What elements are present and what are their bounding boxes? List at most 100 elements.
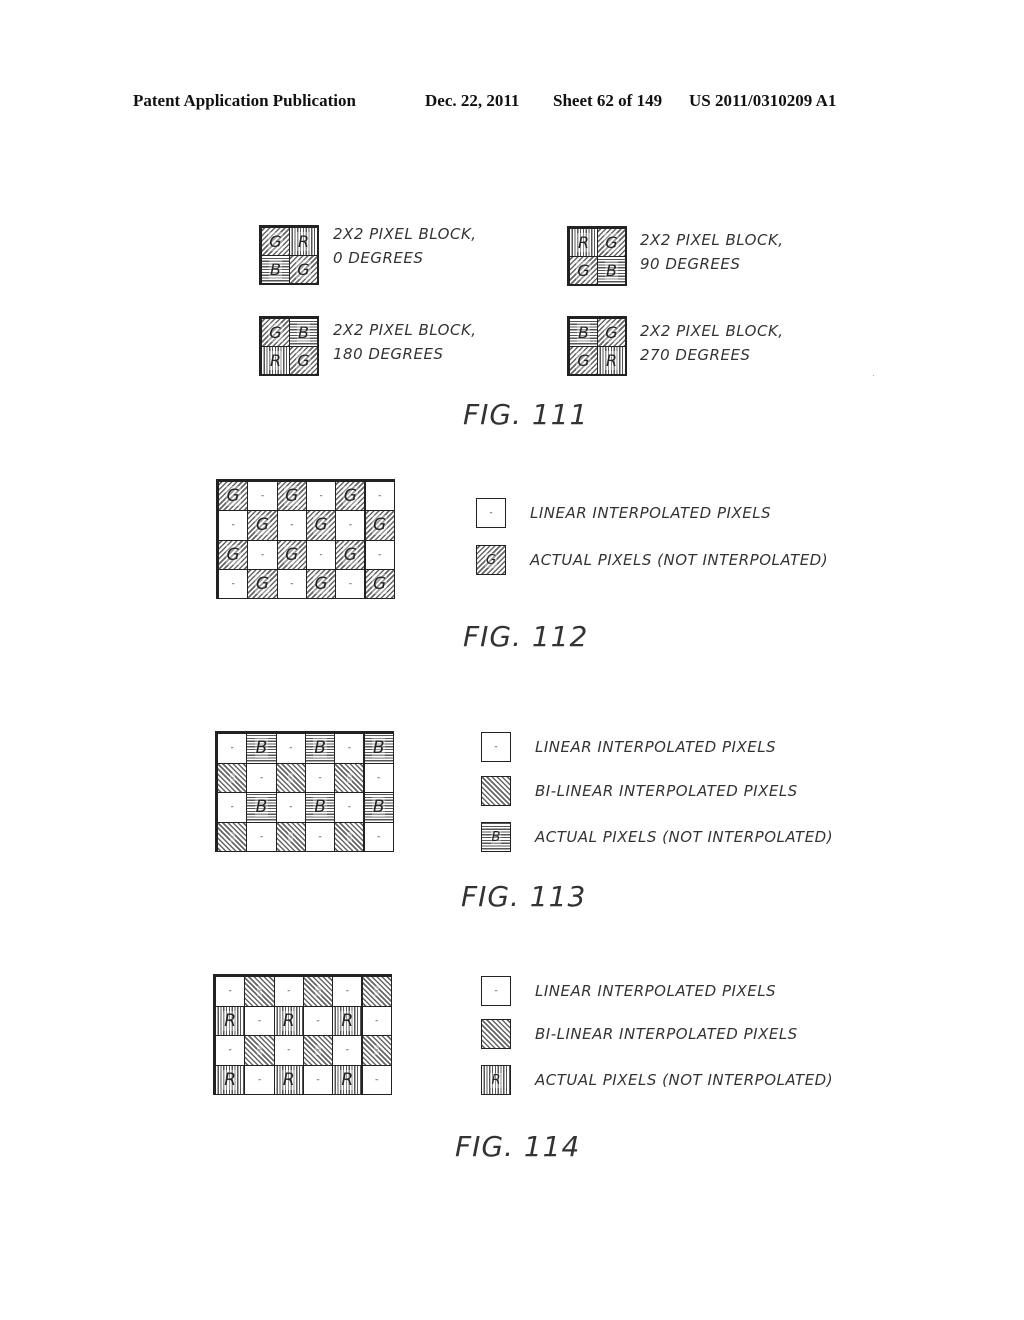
legend-swatch-actual: R <box>481 1065 511 1095</box>
grid-pixel: R <box>273 1005 304 1036</box>
grid-pixel: - <box>215 1035 246 1066</box>
grid-pixel: B <box>304 792 336 823</box>
grid-pixel: - <box>218 568 249 600</box>
grid-pixel: G <box>305 510 337 541</box>
pixel-marker: - <box>376 772 382 783</box>
pixel-marker: - <box>289 520 295 531</box>
pixel-marker: - <box>377 491 383 502</box>
legend-swatch-linear: - <box>476 498 506 528</box>
pixel-marker: - <box>256 1045 263 1056</box>
grid-pixel: - <box>302 1005 334 1036</box>
grid-pixel: G <box>218 481 249 512</box>
pixel-marker: - <box>256 1015 263 1026</box>
pixel-marker: - <box>286 986 292 997</box>
pixel-marker: - <box>374 1045 380 1056</box>
pixel-letter: R <box>340 1010 355 1031</box>
pixel-cell: R <box>289 227 318 256</box>
pixel-marker: - <box>258 831 265 842</box>
grid-pixel: - <box>304 762 336 793</box>
pixel-cell: B <box>597 256 626 285</box>
legend-swatch-bilinear <box>481 776 511 806</box>
legend-label: LINEAR INTERPOLATED PIXELS <box>535 982 777 1000</box>
grid-pixel: G <box>335 539 366 570</box>
pixel-marker: - <box>256 1074 263 1085</box>
grid-pixel: - <box>361 1064 392 1095</box>
pixel-letter: G <box>576 351 591 370</box>
pixel-grid: - B - B - B - - - - - - - B - B - B - - - - - - <box>215 731 394 852</box>
grid-pixel: B <box>246 733 277 764</box>
legend-label: ACTUAL PIXELS (NOT INTERPOLATED) <box>535 1071 834 1089</box>
legend-label: BI-LINEAR INTERPOLATED PIXELS <box>535 782 798 800</box>
pixel-marker: - <box>286 1045 292 1056</box>
pixel-letter: B <box>371 738 386 759</box>
pixel-letter: G <box>296 260 311 279</box>
pixel-marker: - <box>229 743 235 754</box>
grid-pixel: R <box>215 1064 246 1095</box>
pixel-marker: - <box>344 986 350 997</box>
pixel-cell: G <box>569 346 598 375</box>
grid-pixel: - <box>246 821 277 852</box>
legend-label: ACTUAL PIXELS (NOT INTERPOLATED) <box>530 551 829 569</box>
publication-title: Patent Application Publication <box>133 91 356 110</box>
legend-symbol: B <box>490 829 502 845</box>
pixel-letter: G <box>313 515 329 536</box>
grid-pixel: - <box>273 976 304 1007</box>
grid-pixel: - <box>244 1035 275 1066</box>
grid-pixel: - <box>218 510 249 541</box>
grid-pixel: B <box>304 733 336 764</box>
grid-pixel: G <box>276 539 307 570</box>
grid-pixel: - <box>332 976 363 1007</box>
pixel-letter: R <box>223 1010 238 1031</box>
pixel-marker: - <box>288 802 294 813</box>
legend-label: ACTUAL PIXELS (NOT INTERPOLATED) <box>535 828 834 846</box>
grid-pixel: - <box>363 762 394 793</box>
figure-caption-111: FIG. 111 <box>463 398 589 431</box>
block-90-line2: 90 DEGREES <box>640 255 741 273</box>
pixel-letter: R <box>576 233 591 252</box>
pixel-marker: - <box>288 772 294 783</box>
grid-pixel: G <box>364 568 395 600</box>
grid-pixel: - <box>304 821 336 852</box>
pixel-marker: - <box>315 986 321 997</box>
pixel-marker: - <box>377 549 383 560</box>
grid-pixel: G <box>364 510 395 541</box>
grid-pixel: - <box>335 510 366 541</box>
pixel-marker: - <box>346 831 352 842</box>
pixel-cell: R <box>569 228 598 257</box>
pixel-grid: - - - - - - R - R - R - - - - - - - R - R - R - <box>213 974 392 1095</box>
grid-pixel: G <box>247 510 278 541</box>
pixel-marker: - <box>344 1045 350 1056</box>
pixel-marker: - <box>288 831 294 842</box>
patent-number: US 2011/0310209 A1 <box>689 91 837 110</box>
pixel-letter: G <box>284 544 300 565</box>
figure-caption-113: FIG. 113 <box>461 880 587 913</box>
figure-caption-112: FIG. 112 <box>463 620 589 653</box>
grid-pixel: - <box>361 1035 392 1066</box>
grid-pixel: - <box>364 539 395 570</box>
block-270-line1: 2X2 PIXEL BLOCK, <box>640 322 784 340</box>
block-270-line2: 270 DEGREES <box>640 346 751 364</box>
pixel-marker: - <box>374 1074 380 1085</box>
pixel-block-90-degrees: RGGB <box>567 226 627 286</box>
pixel-cell: R <box>597 346 626 375</box>
grid-pixel: - <box>275 762 306 793</box>
pixel-marker: - <box>318 549 324 560</box>
pixel-cell: G <box>261 227 290 256</box>
pixel-letter: G <box>342 486 358 507</box>
grid-pixel: B <box>363 792 394 823</box>
block-270-label: 2X2 PIXEL BLOCK, 270 DEGREES <box>640 319 784 367</box>
grid-pixel: - <box>302 1035 334 1066</box>
grid-pixel: - <box>217 792 248 823</box>
grid-pixel: R <box>332 1064 363 1095</box>
pixel-marker: - <box>258 772 265 783</box>
pixel-marker: - <box>346 743 352 754</box>
legend-symbol: - <box>493 986 499 996</box>
pixel-marker: - <box>227 986 233 997</box>
grid-pixel: - <box>247 481 278 512</box>
pixel-letter: G <box>372 515 388 536</box>
pixel-letter: B <box>313 738 327 759</box>
grid-pixel: - <box>217 821 248 852</box>
legend-swatch-actual: G <box>476 545 506 575</box>
pixel-cell: B <box>569 318 598 347</box>
grid-pixel: - <box>334 762 365 793</box>
